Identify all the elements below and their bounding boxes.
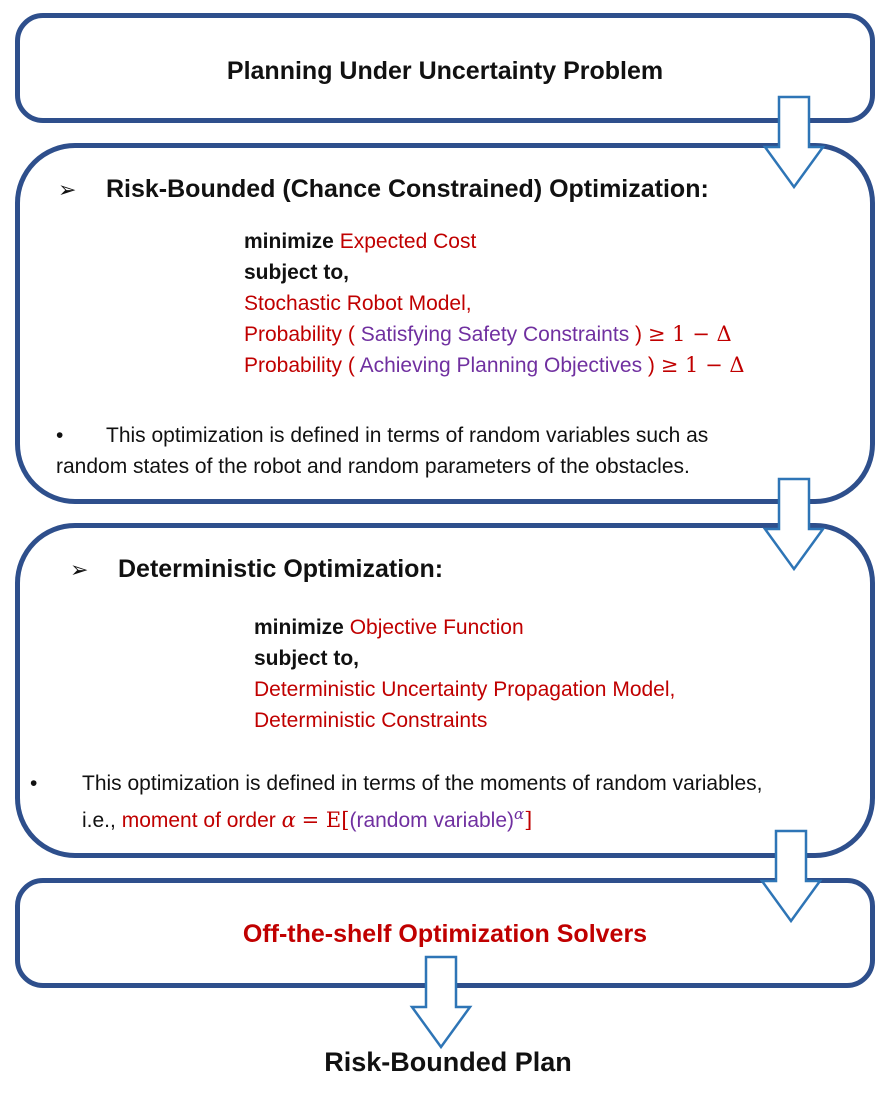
risk-bounded-heading: ➢ Risk-Bounded (Chance Constrained) Optim… — [58, 174, 709, 205]
constraint-safety-probability: Probability ( Satisfying Safety Constrai… — [244, 319, 745, 350]
deterministic-formulation: minimize Objective Function subject to, … — [254, 612, 675, 736]
down-arrow-icon — [762, 477, 826, 572]
problem-box: Planning Under Uncertainty Problem — [15, 13, 875, 123]
objective-function: Objective Function — [349, 616, 524, 639]
constraint-stochastic-robot-model: Stochastic Robot Model, — [244, 292, 472, 315]
down-arrow-icon — [759, 829, 823, 924]
planning-objectives-text: Achieving Planning Objectives — [359, 354, 643, 377]
probability-suffix: ) — [635, 323, 643, 346]
alpha-exponent: α — [514, 805, 525, 823]
minimize-keyword: minimize — [244, 230, 334, 253]
note-bullet: • — [30, 772, 38, 795]
constraint-deterministic: Deterministic Constraints — [254, 709, 488, 732]
probability-prefix: Probability ( — [244, 323, 355, 346]
subject-to-keyword: subject to, — [254, 647, 360, 670]
note-line-1: This optimization is defined in terms of… — [106, 424, 709, 447]
down-arrow-icon — [762, 95, 826, 190]
risk-bounded-plan-label: Risk-Bounded Plan — [324, 1047, 572, 1077]
risk-bounded-optimization-box: ➢ Risk-Bounded (Chance Constrained) Optim… — [15, 143, 875, 504]
ie-prefix: i.e., — [82, 809, 116, 832]
alpha-symbol: α — [281, 808, 296, 832]
note-line-2: i.e., moment of order α = E[(random vari… — [30, 799, 762, 836]
risk-bounded-formulation: minimize Expected Cost subject to, Stoch… — [244, 226, 745, 381]
down-arrow-icon — [409, 955, 473, 1050]
problem-title: Planning Under Uncertainty Problem — [226, 57, 664, 85]
solver-title: Off-the-shelf Optimization Solvers — [242, 920, 648, 948]
probability-suffix: ) — [647, 354, 655, 377]
risk-bound-expression: ≥ 1 − Δ — [647, 322, 732, 346]
risk-bound-expression: ≥ 1 − Δ — [660, 353, 745, 377]
minimize-keyword: minimize — [254, 616, 344, 639]
constraint-objectives-probability: Probability ( Achieving Planning Objecti… — [244, 350, 745, 381]
expectation-open: = E[ — [301, 808, 350, 832]
arrow-bullet-icon: ➢ — [58, 177, 77, 202]
deterministic-note: • This optimization is defined in terms o… — [30, 768, 762, 836]
risk-bounded-heading-text: Risk-Bounded (Chance Constrained) Optimi… — [106, 175, 709, 203]
note-line-2: random states of the robot and random pa… — [56, 455, 690, 478]
constraint-uncertainty-propagation: Deterministic Uncertainty Propagation Mo… — [254, 678, 676, 701]
expectation-close: ] — [524, 808, 533, 832]
objective-expected-cost: Expected Cost — [339, 230, 477, 253]
arrow-bullet-icon: ➢ — [70, 557, 89, 582]
risk-bounded-note: • This optimization is defined in terms o… — [56, 420, 708, 482]
moment-of-order-text: moment of order — [121, 809, 276, 832]
note-bullet: • — [56, 424, 64, 447]
note-line-1: This optimization is defined in terms of… — [82, 772, 763, 795]
deterministic-heading: ➢ Deterministic Optimization: — [70, 554, 443, 585]
deterministic-heading-text: Deterministic Optimization: — [118, 555, 444, 583]
random-variable-text: (random variable) — [349, 809, 515, 832]
safety-constraints-text: Satisfying Safety Constraints — [360, 323, 630, 346]
probability-prefix: Probability ( — [244, 354, 355, 377]
subject-to-keyword: subject to, — [244, 261, 350, 284]
deterministic-optimization-box: ➢ Deterministic Optimization: minimize Ob… — [15, 523, 875, 858]
